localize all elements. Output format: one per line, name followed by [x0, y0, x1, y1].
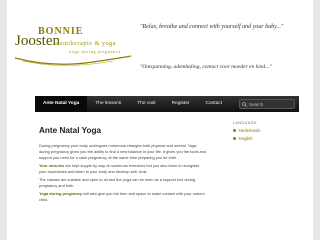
logo-tagline: ademtherapie & yoga: [53, 41, 117, 47]
nav-item-register[interactable]: Register: [164, 96, 198, 112]
nav-item-the-lessons[interactable]: The lessons: [87, 96, 129, 112]
language-label: English: [239, 136, 253, 141]
paragraph-unborn: Yoga during pregnancy will also give you…: [39, 191, 207, 203]
paragraph-muscles: Your muscles are kept supple by way of n…: [39, 163, 207, 175]
language-link-english[interactable]: English: [233, 136, 303, 141]
sidebar: LANGUAGE Nederlands English: [233, 121, 303, 144]
site-header: BONNIE Joosten ademtherapie & yoga yoga …: [7, 0, 313, 92]
main-content: Ante Natal Yoga During pregnancy your bo…: [39, 126, 207, 205]
header-quote-english: "Relax, breathe and connect with yoursel…: [140, 24, 284, 30]
paragraph-lead: Yoga during pregnancy: [39, 191, 83, 196]
paragraph-intro: During pregnancy your body undergoes num…: [39, 143, 206, 160]
language-label: Nederlands: [239, 128, 261, 133]
paragraph-lead: Your muscles: [39, 163, 65, 168]
logo-swirl-icon: [14, 55, 132, 66]
sidebar-title: LANGUAGE: [233, 121, 257, 125]
header-quote-dutch: "Ontspanning, ademhaling, contact voor m…: [140, 64, 272, 70]
paragraph-classes: The classes are suitable and open to all…: [39, 177, 196, 188]
search-icon: [242, 101, 247, 107]
page-title: Ante Natal Yoga: [39, 126, 102, 135]
page: BONNIE Joosten ademtherapie & yoga yoga …: [7, 0, 313, 240]
paragraph-text: are kept supple by way of numerous exerc…: [39, 163, 200, 174]
search-placeholder: Search: [249, 102, 264, 107]
bullet-icon: [233, 129, 236, 132]
language-link-nederlands[interactable]: Nederlands: [233, 128, 303, 133]
nav-item-the-cost[interactable]: The cost: [129, 96, 163, 112]
language-list: Nederlands English: [233, 128, 303, 141]
nav-item-ante-natal-yoga[interactable]: Ante Natal Yoga: [35, 96, 88, 112]
main-nav: Ante Natal Yoga The lessons The cost Reg…: [35, 96, 299, 112]
nav-item-contact[interactable]: Contact: [198, 96, 231, 112]
bullet-icon: [233, 137, 236, 140]
search-input[interactable]: Search: [239, 99, 295, 109]
